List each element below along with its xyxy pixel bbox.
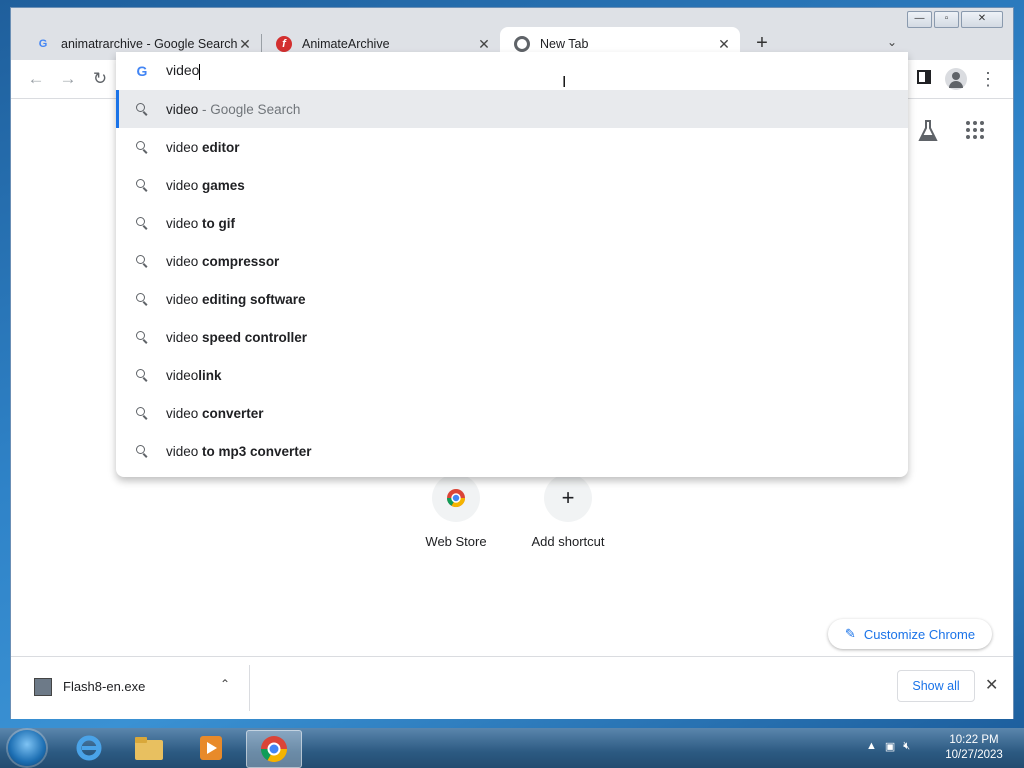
tab-title: animatrarchive - Google Search	[61, 36, 237, 51]
search-icon	[134, 443, 150, 459]
tab-close-icon[interactable]: ✕	[237, 36, 253, 52]
start-button[interactable]	[8, 730, 46, 766]
search-icon	[134, 215, 150, 231]
search-icon	[134, 139, 150, 155]
shortcut-add[interactable]: + Add shortcut	[518, 474, 618, 549]
suggestion-item[interactable]: video editor	[116, 128, 908, 166]
suggestion-item[interactable]: video - Google Search	[116, 90, 908, 128]
tab-close-icon[interactable]: ✕	[716, 36, 732, 52]
flash-icon: f	[276, 35, 292, 52]
file-icon	[34, 678, 52, 696]
media-player-icon[interactable]	[184, 730, 238, 766]
reload-icon[interactable]: ↻	[90, 69, 110, 89]
suggestion-text: video speed controller	[166, 329, 308, 345]
suggestion-text: video to gif	[166, 215, 236, 231]
suggestion-item[interactable]: video compressor	[116, 242, 908, 280]
divider	[249, 665, 250, 711]
show-hidden-icons-icon[interactable]: ▲	[866, 740, 877, 753]
omnibox-dropdown: G video video - Google Search video edito…	[116, 52, 908, 477]
search-icon	[134, 329, 150, 345]
file-explorer-icon[interactable]	[122, 730, 176, 766]
chevron-up-icon[interactable]: ⌃	[220, 677, 230, 691]
pencil-icon: ✎	[844, 626, 856, 641]
labs-flask-icon[interactable]	[918, 119, 938, 143]
side-panel-icon[interactable]	[914, 69, 934, 89]
tab-close-icon[interactable]: ✕	[476, 36, 492, 52]
restore-button[interactable]: ▫	[934, 11, 959, 28]
web-store-icon	[432, 474, 480, 522]
suggestion-item[interactable]: video converter	[116, 394, 908, 432]
mouse-cursor-ibeam: I	[562, 74, 567, 91]
search-icon	[134, 291, 150, 307]
suggestion-text: video compressor	[166, 253, 280, 269]
suggestion-item[interactable]: videolink	[116, 356, 908, 394]
browser-window: — ▫ ✕ G animatrarchive - Google Search ✕…	[11, 8, 1013, 719]
plus-icon: +	[544, 474, 592, 522]
clock-date: 10/27/2023	[945, 749, 1003, 761]
menu-icon[interactable]: ⋮	[978, 69, 998, 89]
customize-label: Customize Chrome	[863, 626, 976, 642]
window-controls: — ▫ ✕	[907, 11, 1003, 28]
suggestion-item[interactable]: video games	[116, 166, 908, 204]
minimize-button[interactable]: —	[907, 11, 932, 28]
volume-muted-icon[interactable]: 🔇︎	[903, 740, 910, 753]
suggestion-text: video to mp3 converter	[166, 443, 312, 459]
internet-explorer-icon[interactable]	[62, 730, 116, 766]
close-icon[interactable]: ✕	[985, 675, 998, 695]
suggestion-item[interactable]: video editing software	[116, 280, 908, 318]
omnibox-input[interactable]: video	[166, 62, 201, 80]
new-tab-button[interactable]: +	[752, 33, 772, 54]
search-icon	[134, 405, 150, 421]
search-icon	[134, 177, 150, 193]
download-file-name[interactable]: Flash8-en.exe	[63, 679, 145, 694]
system-tray: ▲ ▣ 🔇︎	[866, 740, 910, 753]
suggestion-item[interactable]: video to mp3 converter	[116, 432, 908, 470]
suggestion-text: video converter	[166, 405, 264, 421]
chrome-icon	[514, 35, 530, 52]
shortcut-label: Web Store	[425, 534, 487, 549]
clock-time: 10:22 PM	[949, 734, 999, 746]
suggestion-text: video editor	[166, 139, 240, 155]
tab-search-icon[interactable]: ⌄	[887, 35, 897, 49]
network-icon[interactable]: ▣	[885, 740, 895, 753]
omnibox[interactable]: G video	[116, 52, 908, 90]
suggestion-text: video editing software	[166, 291, 306, 307]
search-icon	[134, 101, 150, 117]
customize-chrome-button[interactable]: ✎ Customize Chrome	[828, 619, 992, 649]
back-icon[interactable]: ←	[26, 69, 46, 89]
profile-avatar-icon[interactable]	[945, 68, 967, 90]
search-icon	[134, 367, 150, 383]
show-all-button[interactable]: Show all	[897, 670, 975, 702]
suggestion-item[interactable]: video speed controller	[116, 318, 908, 356]
google-icon: G	[38, 37, 48, 50]
search-icon	[134, 253, 150, 269]
shortcut-label: Add shortcut	[531, 534, 605, 549]
suggestion-text: video games	[166, 177, 245, 193]
suggestion-text: videolink	[166, 367, 222, 383]
download-shelf: Flash8-en.exe ⌃ Show all ✕	[11, 656, 1013, 719]
google-apps-icon[interactable]	[966, 121, 984, 139]
taskbar: ▲ ▣ 🔇︎ 10:22 PM 10/27/2023	[0, 728, 1024, 768]
chrome-taskbar-icon[interactable]	[246, 730, 302, 768]
clock[interactable]: 10:22 PM 10/27/2023	[940, 733, 1008, 763]
suggestion-text: video - Google Search	[166, 101, 301, 117]
tab-title: AnimateArchive	[302, 36, 390, 51]
shortcut-web-store[interactable]: Web Store	[406, 474, 506, 549]
text-caret	[199, 63, 201, 80]
google-icon: G	[136, 63, 148, 79]
forward-icon[interactable]: →	[58, 69, 78, 89]
tab-title: New Tab	[540, 36, 589, 51]
suggestion-item[interactable]: video to gif	[116, 204, 908, 242]
window-close-button[interactable]: ✕	[961, 11, 1003, 28]
